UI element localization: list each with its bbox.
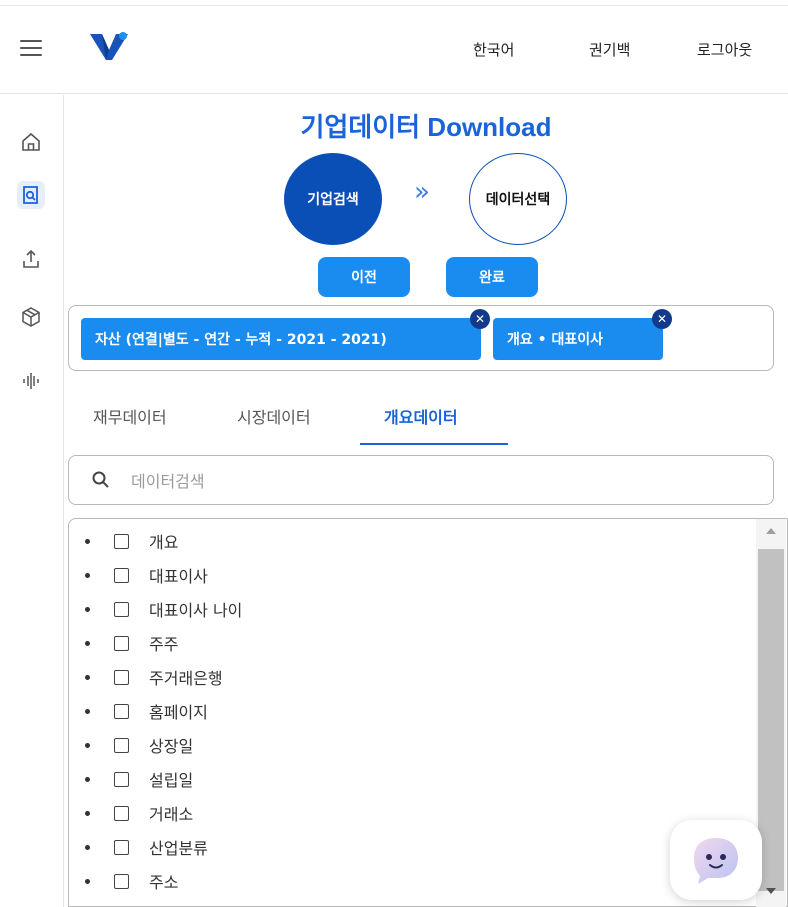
tab-financial-data[interactable]: 재무데이터 [93, 404, 167, 428]
chip-label: 자산 (연결|별도 - 연간 - 누적 - 2021 - 2021) [95, 332, 387, 348]
search-box [68, 455, 774, 505]
double-chevron-right-icon: » [414, 177, 430, 207]
checkbox[interactable] [114, 669, 129, 685]
audio-wave-icon[interactable] [17, 367, 45, 395]
bullet [85, 878, 90, 884]
menu-icon[interactable] [20, 40, 42, 56]
logo-icon [90, 32, 128, 60]
step-data-selection: 데이터선택 [469, 153, 567, 245]
step-label: 기업검색 [307, 192, 359, 208]
bullet [85, 844, 90, 850]
step-company-search: 기업검색 [284, 153, 382, 245]
item-label: 대표이사 [149, 567, 208, 586]
checkbox[interactable] [114, 567, 129, 583]
item-label: 설립일 [149, 771, 194, 790]
language-link[interactable]: 한국어 [473, 39, 514, 60]
prev-button[interactable]: 이전 [318, 257, 410, 297]
checkbox[interactable] [114, 635, 129, 651]
scroll-down-arrow-icon[interactable] [756, 887, 786, 901]
checkbox[interactable] [114, 703, 129, 719]
close-icon[interactable]: ✕ [470, 309, 490, 329]
checkbox[interactable] [114, 839, 129, 855]
user-name-link[interactable]: 권기백 [589, 39, 630, 60]
checkbox[interactable] [114, 873, 129, 889]
tab-overview-data[interactable]: 개요데이터 [384, 404, 458, 428]
search-document-icon[interactable] [17, 181, 45, 209]
header: 한국어 권기백 로그아웃 [0, 6, 788, 94]
done-button[interactable]: 완료 [446, 257, 538, 297]
chatbot-mascot-icon [694, 838, 738, 884]
bullet [85, 674, 90, 680]
search-input[interactable] [131, 468, 731, 494]
item-label: 거래소 [149, 805, 194, 824]
bullet [85, 810, 90, 816]
scroll-up-arrow-icon[interactable] [756, 527, 786, 541]
bullet [85, 776, 90, 782]
chatbot-button[interactable] [670, 820, 762, 900]
upload-icon[interactable] [17, 245, 45, 273]
item-label: 상장일 [149, 737, 194, 756]
bullet [85, 538, 90, 544]
tab-market-data[interactable]: 시장데이터 [237, 404, 311, 428]
active-tab-indicator [360, 443, 508, 445]
search-icon [92, 471, 109, 488]
item-label: 산업분류 [149, 839, 208, 858]
item-label: 주주 [149, 635, 179, 654]
step-label: 데이터선택 [485, 192, 551, 208]
bullet [85, 742, 90, 748]
checkbox[interactable] [114, 601, 129, 617]
item-label: 주소 [149, 873, 179, 892]
item-label: 주거래은행 [149, 669, 223, 688]
bullet [85, 572, 90, 578]
cube-icon[interactable] [17, 303, 45, 331]
chip-label: 개요 • 대표이사 [507, 332, 603, 348]
bullet [85, 640, 90, 646]
selected-items-box: 자산 (연결|별도 - 연간 - 누적 - 2021 - 2021) ✕ 개요 … [68, 305, 774, 371]
item-label: 홈페이지 [149, 703, 208, 722]
selected-chip: 개요 • 대표이사 ✕ [493, 309, 672, 360]
checkbox[interactable] [114, 771, 129, 787]
logout-link[interactable]: 로그아웃 [697, 39, 752, 60]
selected-chip: 자산 (연결|별도 - 연간 - 누적 - 2021 - 2021) ✕ [81, 309, 490, 360]
sidebar [0, 95, 64, 907]
close-icon[interactable]: ✕ [652, 309, 672, 329]
checkbox[interactable] [114, 533, 129, 549]
item-label: 대표이사 나이 [149, 601, 243, 620]
bullet [85, 708, 90, 714]
home-icon[interactable] [17, 128, 45, 156]
item-label: 개요 [149, 533, 179, 552]
page-title: 기업데이터 Download [300, 112, 552, 142]
checkbox[interactable] [114, 805, 129, 821]
checkbox[interactable] [114, 737, 129, 753]
bullet [85, 606, 90, 612]
